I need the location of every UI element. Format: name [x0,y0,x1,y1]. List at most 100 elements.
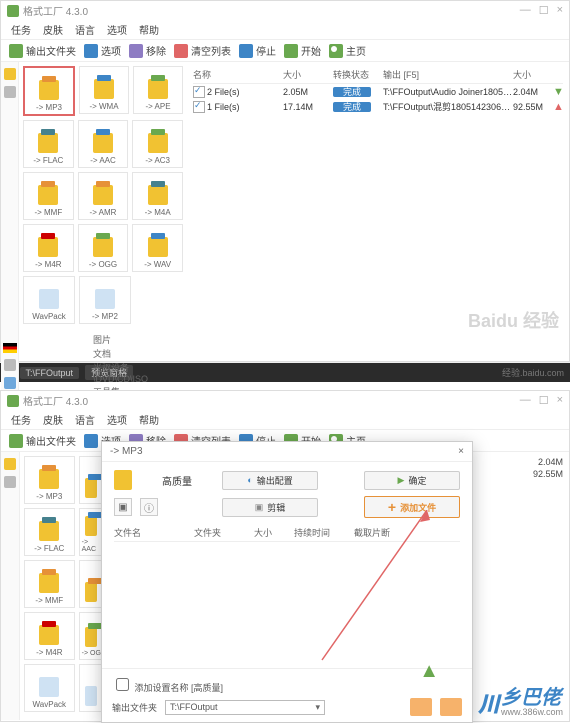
main-window-2: 格式工厂 4.3.0 — ☐ × 任务 皮肤 语言 选项 帮助 输出文件夹 选项… [0,390,570,722]
status-badge: 完成 [333,87,371,97]
outsize-1: 2.04M [538,457,563,467]
format-aac[interactable]: -> AAC [78,120,129,168]
table-row[interactable]: 2 File(s) 2.05M 完成 T:\FFOutput\Audio Joi… [193,84,563,99]
quality-label: 高质量 [140,473,214,488]
menu-help[interactable]: 帮助 [139,412,159,427]
format-wav[interactable]: -> WAV [132,224,183,272]
home-button[interactable]: 主页 [329,43,366,58]
format-mp3[interactable]: -> MP3 [24,456,75,504]
dlg-col-folder[interactable]: 文件夹 [194,526,254,539]
format-wavpack[interactable]: WavPack [24,664,75,712]
menu-options[interactable]: 选项 [107,22,127,37]
format-flac[interactable]: -> FLAC [24,508,75,556]
format-mmf[interactable]: -> MMF [24,560,75,608]
status-badge: 完成 [333,102,371,112]
format-m4r[interactable]: -> M4R [24,612,75,660]
col-size[interactable]: 大小 [283,68,333,81]
col-name[interactable]: 名称 [193,68,283,81]
menu-help[interactable]: 帮助 [139,22,159,37]
close-button[interactable]: × [557,394,563,407]
menu-task[interactable]: 任务 [11,412,31,427]
info-l1: 图片 [93,333,183,346]
menu-skin[interactable]: 皮肤 [43,412,63,427]
app-icon [7,395,19,407]
menubar: 任务 皮肤 语言 选项 帮助 [1,20,569,39]
sidebar-item-4[interactable] [4,377,16,389]
settings-button[interactable]: 选项 [84,43,121,58]
clip-button[interactable]: ▣剪辑 [222,498,318,517]
browse-button[interactable] [410,698,432,716]
dlg-col-clip[interactable]: 截取片断 [354,526,414,539]
gear-icon [84,44,98,58]
preview-button[interactable]: ▣ [114,498,132,516]
remove-button[interactable]: 移除 [129,43,166,58]
checkbox-icon[interactable] [193,101,205,113]
format-flac[interactable]: -> FLAC [23,120,74,168]
folder-icon [9,44,23,58]
menu-skin[interactable]: 皮肤 [43,22,63,37]
dlg-col-size[interactable]: 大小 [254,526,294,539]
format-ape[interactable]: -> APE [133,66,183,114]
format-m4a[interactable]: -> M4A [132,172,183,220]
watermark: Baidu 经验 [468,307,559,333]
output-config-button[interactable]: ◐输出配置 [222,471,318,490]
col-output[interactable]: 输出 [F5] [383,68,513,81]
checkbox-icon[interactable] [193,86,205,98]
table-row[interactable]: 1 File(s) 17.14M 完成 T:\FFOutput\混剪180514… [193,99,563,114]
sidebar-item-1[interactable] [4,458,16,470]
format-wma[interactable]: -> WMA [79,66,129,114]
maximize-button[interactable]: ☐ [539,4,549,17]
info-button[interactable]: ⓘ [140,498,158,516]
minimize-button[interactable]: — [520,394,531,407]
col-outsize[interactable]: 大小 [513,68,553,81]
outsize-2: 92.55M [533,469,563,479]
dialog-close-button[interactable]: × [458,446,464,457]
format-ac3[interactable]: -> AC3 [132,120,183,168]
start-button[interactable]: 开始 [284,43,321,58]
info-l3: 光驱设备\DVD\CD\ISO [93,361,183,384]
output-folder-button[interactable]: 输出文件夹 [9,43,76,58]
format-ogg[interactable]: -> OGG [78,224,129,272]
sidebar-item-2[interactable] [4,86,16,98]
mp3-icon [114,470,132,490]
close-button[interactable]: × [557,4,563,17]
titlebar: 格式工厂 4.3.0 — ☐ × [1,1,569,20]
format-mp3[interactable]: -> MP3 [23,66,75,116]
format-amr[interactable]: -> AMR [78,172,129,220]
dialog-title: -> MP3 [110,446,143,457]
stop-button[interactable]: 停止 [239,43,276,58]
remove-icon [129,44,143,58]
app-title: 格式工厂 4.3.0 [23,3,88,18]
col-status[interactable]: 转换状态 [333,68,383,81]
append-name-checkbox[interactable] [116,678,129,691]
format-mmf[interactable]: -> MMF [23,172,74,220]
add-file-button[interactable]: +添加文件 [364,496,460,518]
format-grid: -> MP3 -> WMA -> APE -> FLAC -> AAC -> A… [19,62,187,407]
maximize-button[interactable]: ☐ [539,394,549,407]
sidebar-item-1[interactable] [4,68,16,80]
arrow-up-icon: ▲ [553,101,563,113]
open-folder-button[interactable] [440,698,462,716]
sidebar [1,452,20,720]
menubar: 任务 皮肤 语言 选项 帮助 [1,410,569,429]
output-folder-combo[interactable]: T:\FFOutput▾ [165,700,325,715]
menu-task[interactable]: 任务 [11,22,31,37]
menu-lang[interactable]: 语言 [75,22,95,37]
sidebar-item-3[interactable] [4,359,16,371]
format-wavpack[interactable]: WavPack [23,276,75,324]
minimize-button[interactable]: — [520,4,531,17]
mp3-dialog: -> MP3 × 高质量 ◐输出配置 ▶确定 ▣ ⓘ ▣剪辑 +添加文件 文件名 [101,441,473,723]
dlg-col-duration[interactable]: 持续时间 [294,526,354,539]
language-flag-icon[interactable] [3,343,17,353]
info-l2: 文档 [93,347,183,360]
format-m4r[interactable]: -> M4R [23,224,74,272]
menu-lang[interactable]: 语言 [75,412,95,427]
convert-button[interactable]: ▶确定 [364,471,460,490]
sidebar-item-2[interactable] [4,476,16,488]
clear-button[interactable]: 清空列表 [174,43,231,58]
dlg-col-name[interactable]: 文件名 [114,526,194,539]
output-folder-button[interactable]: 输出文件夹 [9,433,76,448]
format-mp2[interactable]: -> MP2 [79,276,131,324]
menu-options[interactable]: 选项 [107,412,127,427]
home-icon [329,44,343,58]
